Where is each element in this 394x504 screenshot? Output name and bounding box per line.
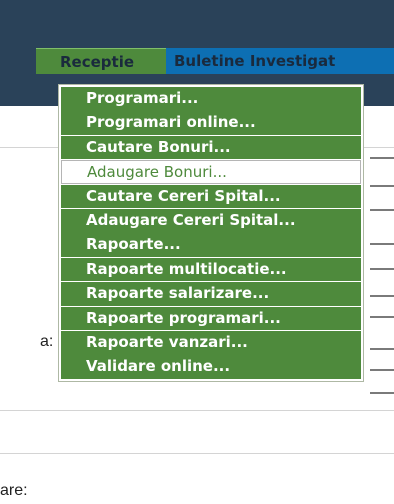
table-border — [370, 295, 394, 297]
menu-item-validare-online[interactable]: Validare online... — [61, 355, 361, 379]
menu-item-rapoarte-salarizare[interactable]: Rapoarte salarizare... — [61, 282, 361, 306]
menu-item-rapoarte-multilocatie[interactable]: Rapoarte multilocatie... — [61, 257, 361, 282]
field-label-are: are: — [0, 482, 28, 499]
menu-item-rapoarte-programari[interactable]: Rapoarte programari... — [61, 306, 361, 331]
divider — [0, 410, 394, 411]
menu-item-rapoarte[interactable]: Rapoarte... — [61, 233, 361, 257]
tab-receptie[interactable]: Receptie — [36, 48, 166, 74]
menu-item-programari[interactable]: Programari... — [61, 87, 361, 111]
menu-item-cautare-cereri-spital[interactable]: Cautare Cereri Spital... — [61, 184, 361, 209]
table-border — [370, 268, 394, 270]
table-border — [370, 369, 394, 371]
menu-item-programari-online[interactable]: Programari online... — [61, 111, 361, 135]
table-border — [370, 209, 394, 211]
table-border — [370, 316, 394, 318]
table-border — [370, 243, 394, 245]
menu-item-adaugare-cereri-spital[interactable]: Adaugare Cereri Spital... — [61, 208, 361, 233]
field-label-a: a: — [40, 333, 54, 350]
receptie-dropdown-menu: Programari... Programari online... Cauta… — [58, 84, 364, 382]
table-border — [370, 157, 394, 159]
menu-item-rapoarte-vanzari[interactable]: Rapoarte vanzari... — [61, 330, 361, 355]
table-border — [370, 348, 394, 350]
menu-item-cautare-bonuri[interactable]: Cautare Bonuri... — [61, 135, 361, 160]
divider — [0, 453, 394, 454]
tab-buletine-investigatii[interactable]: Buletine Investigat — [166, 48, 394, 74]
table-border — [370, 185, 394, 187]
table-border — [370, 392, 394, 394]
menu-item-adaugare-bonuri[interactable]: Adaugare Bonuri... — [61, 160, 361, 184]
